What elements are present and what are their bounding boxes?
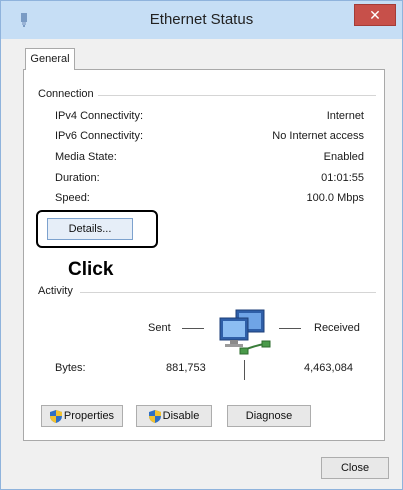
close-button[interactable]: Close [321, 457, 389, 479]
title-bar[interactable]: Ethernet Status ✕ [1, 1, 402, 39]
diagnose-label: Diagnose [245, 410, 293, 422]
ipv6-label: IPv6 Connectivity: [55, 130, 144, 142]
disable-button[interactable]: Disable [136, 405, 212, 427]
uac-shield-icon [49, 409, 62, 423]
received-label: Received [314, 322, 360, 334]
general-panel: Connection IPv4 Connectivity: Internet I… [23, 69, 385, 441]
ipv4-value: Internet [326, 110, 364, 122]
sent-label: Sent [148, 322, 171, 334]
duration-label: Duration: [55, 172, 100, 184]
network-computers-icon [219, 309, 271, 355]
media-state-value: Enabled [323, 151, 364, 163]
ethernet-status-window: Ethernet Status ✕ General Connection IPv… [0, 0, 403, 490]
ipv6-value: No Internet access [272, 130, 364, 142]
uac-shield-icon [148, 409, 161, 423]
bytes-received-value: 4,463,084 [304, 362, 353, 374]
activity-group-label: Activity [38, 285, 77, 297]
media-state-label: Media State: [55, 151, 117, 163]
bytes-sent-value: 881,753 [166, 362, 206, 374]
sent-connector [182, 328, 204, 329]
properties-label: Properties [63, 410, 115, 422]
tab-general[interactable]: General [25, 48, 75, 70]
window-close-button[interactable]: ✕ [354, 4, 396, 26]
speed-label: Speed: [55, 192, 90, 204]
activity-separator [244, 360, 245, 380]
speed-value: 100.0 Mbps [306, 192, 364, 204]
window-title: Ethernet Status [149, 11, 254, 28]
details-button[interactable]: Details... [47, 218, 133, 240]
disable-label: Disable [162, 410, 200, 422]
properties-button[interactable]: Properties [41, 405, 123, 427]
activity-divider [80, 292, 376, 293]
diagnose-button[interactable]: Diagnose [227, 405, 311, 427]
connection-group-label: Connection [38, 88, 98, 100]
connection-divider [94, 95, 376, 96]
click-annotation: Click [68, 259, 114, 280]
received-connector [279, 328, 301, 329]
bytes-label: Bytes: [55, 362, 86, 374]
ipv4-label: IPv4 Connectivity: [55, 110, 144, 122]
duration-value: 01:01:55 [321, 172, 364, 184]
